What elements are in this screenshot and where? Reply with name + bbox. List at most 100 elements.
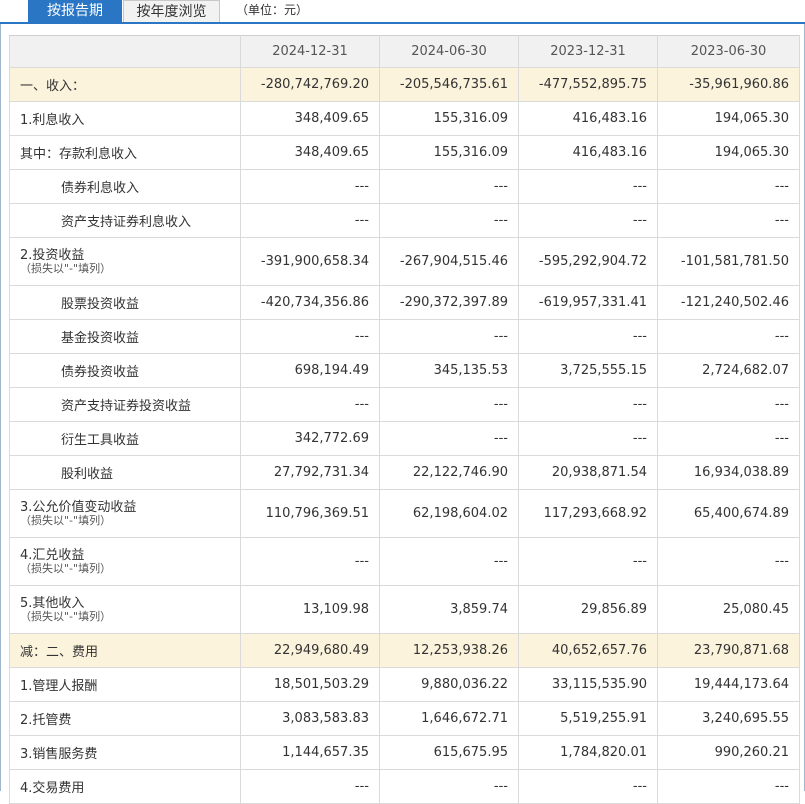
cell-value: 33,115,535.90 [518, 667, 658, 702]
cell-value: -391,900,658.34 [240, 237, 380, 286]
row-label: 股利收益 [9, 455, 241, 490]
table-row: 2.托管费 3,083,583.83 1,646,672.71 5,519,25… [9, 701, 800, 736]
row-label: 衍生工具收益 [9, 421, 241, 456]
table-row: 股票投资收益 -420,734,356.86 -290,372,397.89 -… [9, 285, 800, 320]
cell-value: --- [518, 537, 658, 586]
row-sublabel: （损失以"-"填列） [20, 262, 112, 275]
period-tab-bar: 按报告期 按年度浏览 （单位：元） [0, 0, 805, 24]
row-sublabel: （损失以"-"填列） [20, 514, 112, 527]
cell-value: 22,949,680.49 [240, 633, 380, 668]
cell-value: 3,240,695.55 [657, 701, 800, 736]
cell-value: 615,675.95 [379, 735, 519, 770]
cell-value: 27,792,731.34 [240, 455, 380, 490]
cell-value: 3,859.74 [379, 585, 519, 634]
income-statement-table: 2024-12-31 2024-06-30 2023-12-31 2023-06… [9, 35, 800, 804]
tab-by-year[interactable]: 按年度浏览 [123, 0, 220, 22]
table-row: 债券利息收入 --- --- --- --- [9, 169, 800, 204]
cell-value: 65,400,674.89 [657, 489, 800, 538]
cell-value: 698,194.49 [240, 353, 380, 388]
cell-value: --- [657, 203, 800, 238]
cell-value: 9,880,036.22 [379, 667, 519, 702]
row-label-cell: 4.汇兑收益 （损失以"-"填列） [9, 537, 241, 586]
cell-value: 990,260.21 [657, 735, 800, 770]
cell-value: --- [240, 769, 380, 804]
tab-by-report-period[interactable]: 按报告期 [28, 0, 122, 22]
cell-value: -290,372,397.89 [379, 285, 519, 320]
table-row: 其中：存款利息收入 348,409.65 155,316.09 416,483.… [9, 135, 800, 170]
row-label: 资产支持证券投资收益 [9, 387, 241, 422]
cell-value: 5,519,255.91 [518, 701, 658, 736]
cell-value: --- [518, 387, 658, 422]
table-row: 债券投资收益 698,194.49 345,135.53 3,725,555.1… [9, 353, 800, 388]
table-row: 5.其他收入 （损失以"-"填列） 13,109.98 3,859.74 29,… [9, 585, 800, 634]
row-label: 2.托管费 [9, 701, 241, 736]
row-label: 其中：存款利息收入 [9, 135, 241, 170]
table-row: 1.管理人报酬 18,501,503.29 9,880,036.22 33,11… [9, 667, 800, 702]
cell-value: 345,135.53 [379, 353, 519, 388]
cell-value: 3,083,583.83 [240, 701, 380, 736]
row-label: 债券利息收入 [9, 169, 241, 204]
cell-value: --- [379, 169, 519, 204]
cell-value: --- [657, 319, 800, 354]
cell-value: 25,080.45 [657, 585, 800, 634]
cell-value: 155,316.09 [379, 101, 519, 136]
cell-value: --- [379, 421, 519, 456]
unit-label: （单位：元） [236, 3, 309, 17]
cell-value: 22,122,746.90 [379, 455, 519, 490]
cell-value: --- [379, 537, 519, 586]
table-row: 资产支持证券投资收益 --- --- --- --- [9, 387, 800, 422]
row-label: 2.投资收益 [20, 248, 85, 263]
cell-value: 12,253,938.26 [379, 633, 519, 668]
cell-value: 40,652,657.76 [518, 633, 658, 668]
table-row: 基金投资收益 --- --- --- --- [9, 319, 800, 354]
cell-value: 416,483.16 [518, 135, 658, 170]
column-header: 2024-06-30 [379, 35, 519, 68]
cell-value: -35,961,960.86 [657, 67, 800, 102]
cell-value: 416,483.16 [518, 101, 658, 136]
cell-value: 29,856.89 [518, 585, 658, 634]
table-row: 4.汇兑收益 （损失以"-"填列） --- --- --- --- [9, 537, 800, 586]
cell-value: 155,316.09 [379, 135, 519, 170]
row-label-cell: 3.公允价值变动收益 （损失以"-"填列） [9, 489, 241, 538]
cell-value: 110,796,369.51 [240, 489, 380, 538]
cell-value: -595,292,904.72 [518, 237, 658, 286]
cell-value: --- [518, 203, 658, 238]
cell-value: --- [518, 769, 658, 804]
cell-value: --- [379, 203, 519, 238]
cell-value: --- [240, 203, 380, 238]
row-label: 1.管理人报酬 [9, 667, 241, 702]
row-label: 4.汇兑收益 [20, 548, 85, 563]
cell-value: --- [657, 537, 800, 586]
cell-value: 2,724,682.07 [657, 353, 800, 388]
row-label: 3.公允价值变动收益 [20, 500, 137, 515]
cell-value: --- [657, 169, 800, 204]
row-label-cell: 2.投资收益 （损失以"-"填列） [9, 237, 241, 286]
cell-value: -101,581,781.50 [657, 237, 800, 286]
table-row: 4.交易费用 --- --- --- --- [9, 769, 800, 804]
table-row: 股利收益 27,792,731.34 22,122,746.90 20,938,… [9, 455, 800, 490]
table-row: 一、收入： -280,742,769.20 -205,546,735.61 -4… [9, 67, 800, 102]
column-header: 2023-06-30 [657, 35, 800, 68]
cell-value: -205,546,735.61 [379, 67, 519, 102]
cell-value: --- [657, 421, 800, 456]
cell-value: --- [240, 169, 380, 204]
table-row: 减：二、费用 22,949,680.49 12,253,938.26 40,65… [9, 633, 800, 668]
cell-value: -121,240,502.46 [657, 285, 800, 320]
row-label: 减：二、费用 [9, 633, 241, 668]
cell-value: 19,444,173.64 [657, 667, 800, 702]
cell-value: 194,065.30 [657, 135, 800, 170]
row-label: 股票投资收益 [9, 285, 241, 320]
cell-value: 348,409.65 [240, 135, 380, 170]
cell-value: --- [379, 319, 519, 354]
cell-value: -477,552,895.75 [518, 67, 658, 102]
table-row: 3.销售服务费 1,144,657.35 615,675.95 1,784,82… [9, 735, 800, 770]
row-label: 1.利息收入 [9, 101, 241, 136]
table-row: 资产支持证券利息收入 --- --- --- --- [9, 203, 800, 238]
row-label: 4.交易费用 [9, 769, 241, 804]
header-item-cell [9, 35, 241, 68]
cell-value: 20,938,871.54 [518, 455, 658, 490]
cell-value: 194,065.30 [657, 101, 800, 136]
table-row: 3.公允价值变动收益 （损失以"-"填列） 110,796,369.51 62,… [9, 489, 800, 538]
cell-value: --- [518, 169, 658, 204]
cell-value: -420,734,356.86 [240, 285, 380, 320]
